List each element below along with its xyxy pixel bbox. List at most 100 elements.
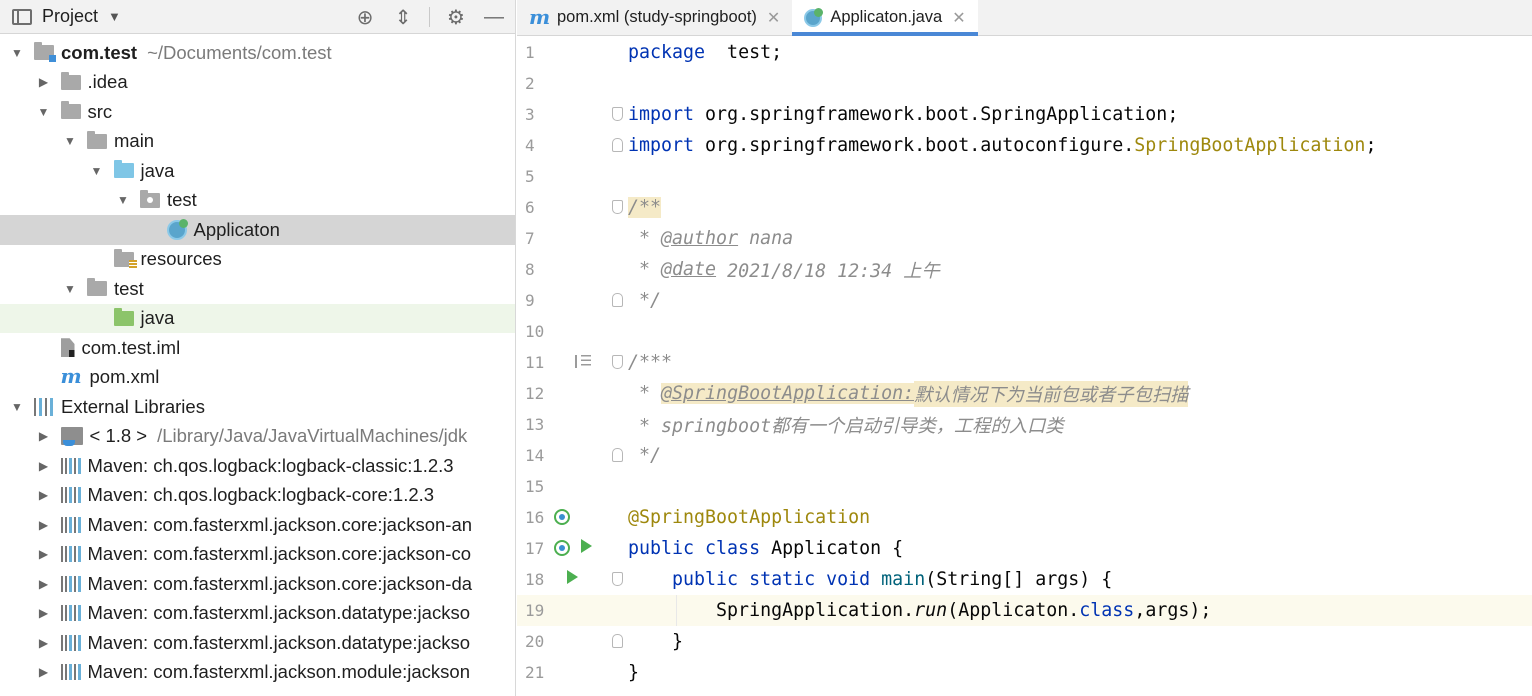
expand-arrow-down-icon[interactable]: ▼	[10, 400, 24, 414]
gutter-line[interactable]: 15	[517, 471, 618, 502]
code-token: /**	[628, 197, 662, 218]
gutter-line[interactable]: 1	[517, 37, 618, 68]
code-editor[interactable]: 1 2 3 4 5 6 7 8 9 10 11 12 13 14 15 16 17 18 19 20 21 packag…	[517, 36, 1532, 696]
expand-arrow-right-icon[interactable]: ▶	[37, 75, 51, 89]
tree-item[interactable]: ▶ Maven: ch.qos.logback:logback-core:1.2.…	[0, 481, 515, 511]
gutter-line[interactable]: 14	[517, 440, 623, 471]
editor-tab[interactable]: m pom.xml (study-springboot) ✕	[517, 0, 792, 35]
gutter-line[interactable]: 10	[517, 316, 618, 347]
run-icon[interactable]	[581, 539, 592, 553]
locate-icon[interactable]: ⊕	[353, 5, 377, 29]
expand-arrow-right-icon[interactable]: ▶	[37, 488, 51, 502]
project-view-selector[interactable]: Project ▼	[12, 6, 121, 27]
code-line[interactable]: public class Applicaton {	[628, 533, 903, 564]
tree-item[interactable]: ▶java	[0, 303, 515, 333]
tree-item[interactable]: ▼ com.test ~/Documents/com.test	[0, 38, 515, 68]
run-icon[interactable]	[567, 570, 578, 584]
gutter-line[interactable]: 19	[517, 595, 618, 626]
gutter-line[interactable]: 5	[517, 161, 618, 192]
expand-arrow-right-icon[interactable]: ▶	[37, 518, 51, 532]
code-line[interactable]: */	[628, 440, 661, 471]
collapse-all-icon[interactable]: ⇕	[391, 5, 415, 29]
tree-item[interactable]: ▶ Maven: com.fasterxml.jackson.module:jac…	[0, 658, 515, 688]
tree-item[interactable]: ▶ Maven: com.fasterxml.jackson.core:jacks…	[0, 540, 515, 570]
library-icon	[60, 457, 81, 474]
expand-arrow-down-icon[interactable]: ▼	[63, 282, 77, 296]
gutter-line[interactable]: 18	[517, 564, 623, 595]
tree-item[interactable]: ▶mpom.xml	[0, 363, 515, 393]
tree-item[interactable]: ▼ src	[0, 97, 515, 127]
spring-bean-icon[interactable]	[554, 540, 570, 556]
line-number: 3	[525, 105, 535, 124]
gutter-line[interactable]: 20	[517, 626, 623, 657]
code-line[interactable]: import org.springframework.boot.autoconf…	[628, 130, 1376, 161]
line-number: 2	[525, 74, 535, 93]
minimize-icon[interactable]: —	[482, 5, 506, 29]
expand-arrow-right-icon[interactable]: ▶	[37, 577, 51, 591]
render-doc-icon[interactable]	[575, 355, 591, 368]
expand-arrow-right-icon[interactable]: ▶	[37, 429, 51, 443]
gear-icon[interactable]: ⚙	[444, 5, 468, 29]
code-line[interactable]: import org.springframework.boot.SpringAp…	[628, 99, 1178, 130]
tree-item[interactable]: ▼ External Libraries	[0, 392, 515, 422]
tree-item[interactable]: ▶resources	[0, 245, 515, 275]
code-line[interactable]: /***	[628, 347, 672, 378]
gutter-line[interactable]: 8	[517, 254, 618, 285]
tree-item[interactable]: ▶ Maven: com.fasterxml.jackson.datatype:j…	[0, 628, 515, 658]
tree-item[interactable]: ▶com.test.iml	[0, 333, 515, 363]
expand-arrow-right-icon[interactable]: ▶	[37, 606, 51, 620]
expand-arrow-down-icon[interactable]: ▼	[63, 134, 77, 148]
gutter-line[interactable]: 7	[517, 223, 618, 254]
spring-bean-icon[interactable]	[554, 509, 570, 525]
code-line[interactable]: }	[628, 626, 683, 657]
expand-arrow-right-icon[interactable]: ▶	[37, 665, 51, 679]
code-line[interactable]: */	[628, 285, 661, 316]
code-line[interactable]: * @author nana	[628, 223, 793, 254]
tree-item[interactable]: ▼ main	[0, 127, 515, 157]
gutter-line[interactable]: 2	[517, 68, 618, 99]
code-line[interactable]: /**	[628, 192, 662, 223]
expand-arrow-down-icon[interactable]: ▼	[116, 193, 130, 207]
tree-item[interactable]: ▼ test	[0, 274, 515, 304]
code-line[interactable]: * @date 2021/8/18 12:34 上午	[628, 254, 940, 285]
code-line[interactable]: SpringApplication. run (Applicaton. class ,a…	[628, 595, 1211, 626]
code-line[interactable]: public static void main (String[] args) {	[628, 564, 1112, 595]
code-line[interactable]: @SpringBootApplication	[628, 502, 870, 533]
gutter-line[interactable]: 21	[517, 657, 618, 688]
expand-arrow-down-icon[interactable]: ▼	[90, 164, 104, 178]
tree-item[interactable]: ▼ java	[0, 156, 515, 186]
tree-item[interactable]: ▶ Maven: com.fasterxml.jackson.core:jacks…	[0, 510, 515, 540]
editor-tab[interactable]: Applicaton.java ✕	[792, 0, 978, 36]
close-icon[interactable]: ✕	[952, 8, 965, 28]
expand-arrow-right-icon[interactable]: ▶	[37, 459, 51, 473]
tree-item[interactable]: ▶ Maven: com.fasterxml.jackson.core:jacks…	[0, 569, 515, 599]
expand-arrow-right-icon[interactable]: ▶	[37, 547, 51, 561]
tree-item-label: java	[140, 159, 175, 181]
gutter-line[interactable]: 17	[517, 533, 618, 564]
gutter-line[interactable]: 13	[517, 409, 618, 440]
gutter-line[interactable]: 3	[517, 99, 623, 130]
gutter-line[interactable]: 9	[517, 285, 623, 316]
gutter-line[interactable]: 4	[517, 130, 623, 161]
gutter-line[interactable]: 16	[517, 502, 618, 533]
tree-item[interactable]: ▶ Maven: ch.qos.logback:logback-classic:1…	[0, 451, 515, 481]
code-line[interactable]: }	[628, 657, 639, 688]
gutter-line[interactable]: 6	[517, 192, 623, 223]
tree-item[interactable]: ▶ .idea	[0, 68, 515, 98]
expand-arrow-down-icon[interactable]: ▼	[10, 46, 24, 60]
code-line[interactable]: package test;	[628, 37, 782, 68]
tree-item[interactable]: ▶ Maven: com.fasterxml.jackson.datatype:j…	[0, 599, 515, 629]
code-line[interactable]: * @SpringBootApplication: 默认情况下为当前包或者子包扫描	[628, 378, 1189, 409]
chevron-down-icon[interactable]: ▼	[108, 9, 121, 24]
indent-guide	[676, 595, 677, 626]
expand-arrow-right-icon[interactable]: ▶	[37, 636, 51, 650]
gutter-line[interactable]: 12	[517, 378, 618, 409]
expand-arrow-down-icon[interactable]: ▼	[37, 105, 51, 119]
close-icon[interactable]: ✕	[767, 8, 780, 28]
tree-item[interactable]: ▼ test	[0, 186, 515, 216]
tree-item[interactable]: ▶ < 1.8 > /Library/Java/JavaVirtualMachine…	[0, 422, 515, 452]
code-line[interactable]: * springboot都有一个启动引导类，工程的入口类	[628, 409, 1064, 440]
gutter-line[interactable]: 11	[517, 347, 623, 378]
tree-item[interactable]: ▶Applicaton	[0, 215, 515, 245]
code-area[interactable]: package test; import org.springframework.…	[618, 36, 1532, 696]
